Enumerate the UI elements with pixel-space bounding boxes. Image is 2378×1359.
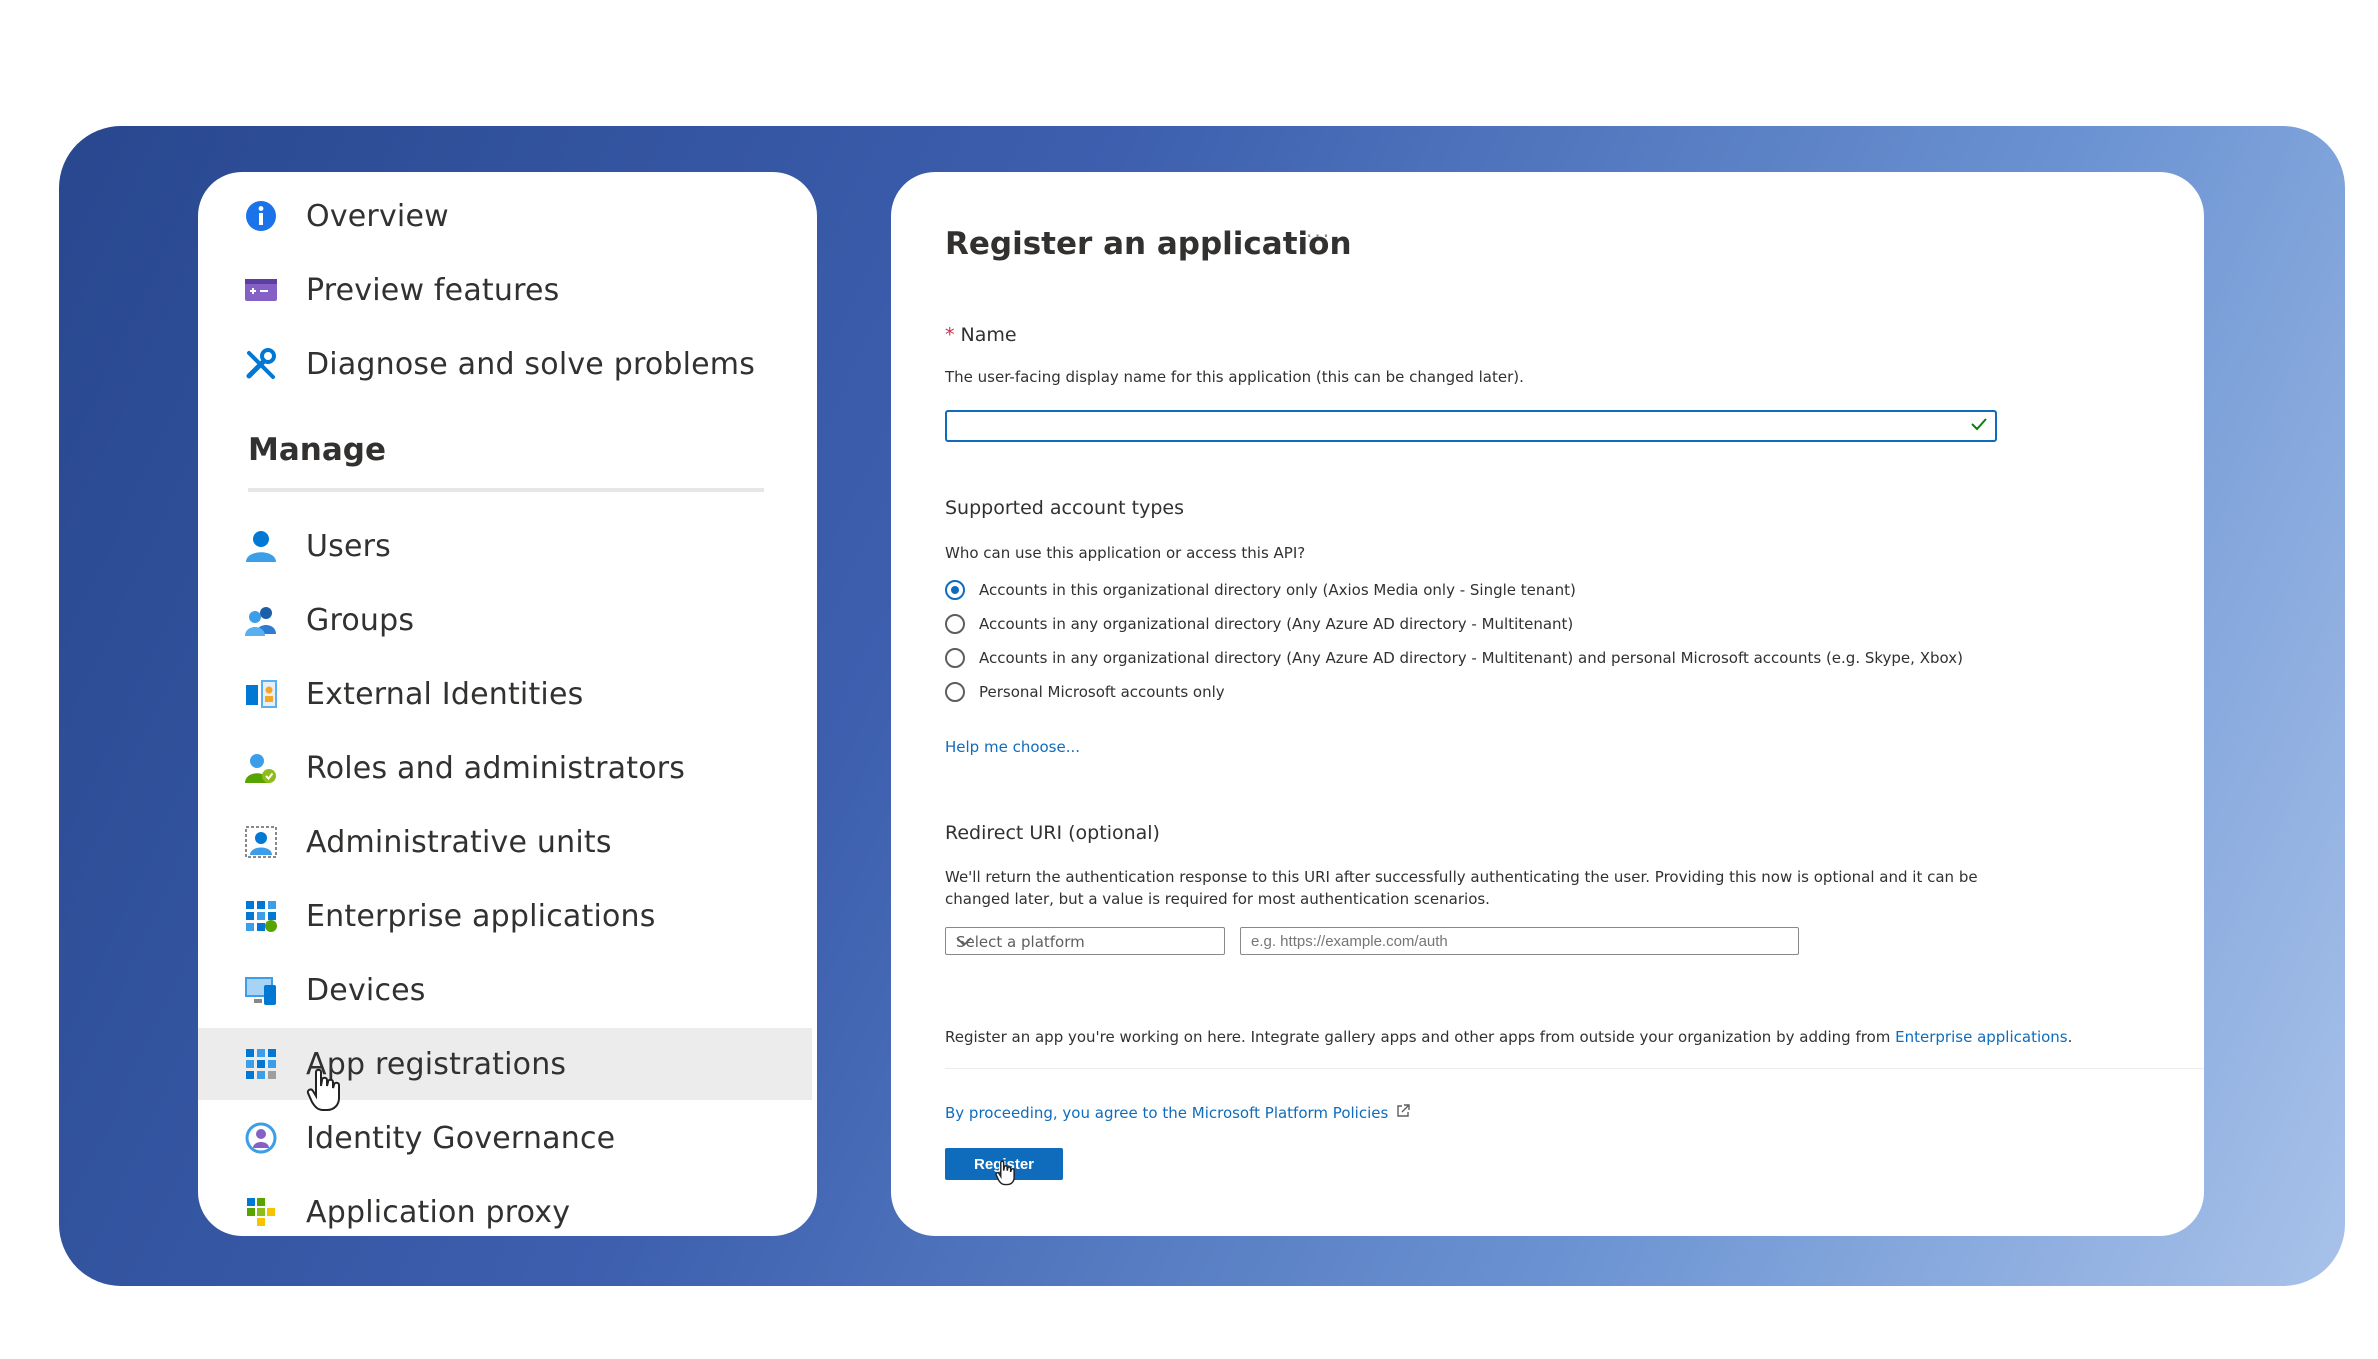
nav-item-label: Overview bbox=[306, 198, 449, 234]
hand-cursor-icon bbox=[306, 1068, 344, 1116]
admin-units-icon bbox=[244, 825, 278, 859]
checkmark-icon bbox=[1971, 416, 1987, 435]
required-marker: * bbox=[945, 324, 955, 346]
preview-icon bbox=[244, 273, 278, 307]
redirect-help-line-2: changed later, but a value is required f… bbox=[945, 890, 1490, 908]
external-link-icon bbox=[1396, 1104, 1410, 1122]
platform-policies-link[interactable]: By proceeding, you agree to the Microsof… bbox=[945, 1104, 1410, 1122]
group-icon bbox=[244, 603, 278, 637]
nav-item-label: Application proxy bbox=[306, 1194, 571, 1230]
enterprise-apps-icon bbox=[244, 899, 278, 933]
section-divider bbox=[945, 1068, 2204, 1069]
radio-button[interactable] bbox=[945, 648, 965, 668]
nav-item-preview-features[interactable]: Preview features bbox=[198, 254, 812, 326]
nav-item-label: Devices bbox=[306, 972, 426, 1008]
nav-item-label: App registrations bbox=[306, 1046, 567, 1082]
nav-item-diagnose[interactable]: Diagnose and solve problems bbox=[198, 328, 812, 400]
platform-select[interactable]: Select a platform bbox=[945, 927, 1225, 955]
enterprise-applications-link[interactable]: Enterprise applications bbox=[1895, 1028, 2068, 1046]
redirect-help-line-1: We'll return the authentication response… bbox=[945, 868, 1978, 886]
nav-item-label: Identity Governance bbox=[306, 1120, 616, 1156]
register-app-panel: Register an application ··· * Name The u… bbox=[891, 172, 2204, 1236]
radio-label: Accounts in any organizational directory… bbox=[979, 649, 1963, 667]
nav-item-label: Groups bbox=[306, 602, 415, 638]
nav-item-overview[interactable]: Overview bbox=[198, 180, 812, 252]
radio-button[interactable] bbox=[945, 580, 965, 600]
redirect-uri-field[interactable] bbox=[1240, 927, 1801, 955]
roles-icon bbox=[244, 751, 278, 785]
account-types-question: Who can use this application or access t… bbox=[945, 544, 1306, 562]
hand-cursor-icon bbox=[995, 1160, 1017, 1190]
radio-button[interactable] bbox=[945, 614, 965, 634]
nav-item-identity-governance[interactable]: Identity Governance bbox=[198, 1102, 812, 1174]
nav-item-label: Roles and administrators bbox=[306, 750, 686, 786]
radio-option-single-tenant[interactable]: Accounts in this organizational director… bbox=[945, 580, 1576, 600]
footer-note-text: Register an app you're working on here. … bbox=[945, 1028, 1891, 1046]
nav-item-label: Administrative units bbox=[306, 824, 612, 860]
nav-item-enterprise-applications[interactable]: Enterprise applications bbox=[198, 880, 812, 952]
nav-item-administrative-units[interactable]: Administrative units bbox=[198, 806, 812, 878]
application-proxy-icon bbox=[244, 1195, 278, 1229]
name-label: * Name bbox=[945, 324, 1017, 346]
user-icon bbox=[244, 529, 278, 563]
name-label-text: Name bbox=[960, 324, 1017, 346]
radio-option-personal-only[interactable]: Personal Microsoft accounts only bbox=[945, 682, 1225, 702]
nav-item-devices[interactable]: Devices bbox=[198, 954, 812, 1026]
nav-item-label: Enterprise applications bbox=[306, 898, 656, 934]
radio-label: Personal Microsoft accounts only bbox=[979, 683, 1225, 701]
nav-item-label: External Identities bbox=[306, 676, 584, 712]
section-divider bbox=[248, 488, 764, 492]
nav-panel: Overview Preview features Diagnose and s… bbox=[198, 172, 817, 1236]
account-types-label: Supported account types bbox=[945, 497, 1184, 519]
wrench-icon bbox=[244, 347, 278, 381]
more-options-button[interactable]: ··· bbox=[1306, 224, 1331, 248]
nav-item-users[interactable]: Users bbox=[198, 510, 812, 582]
nav-item-external-identities[interactable]: External Identities bbox=[198, 658, 812, 730]
identity-governance-icon bbox=[244, 1121, 278, 1155]
radio-button[interactable] bbox=[945, 682, 965, 702]
external-identities-icon bbox=[244, 677, 278, 711]
nav-item-roles-and-administrators[interactable]: Roles and administrators bbox=[198, 732, 812, 804]
help-me-choose-link[interactable]: Help me choose... bbox=[945, 738, 1080, 756]
redirect-uri-input[interactable] bbox=[1241, 928, 1801, 954]
footer-note: Register an app you're working on here. … bbox=[945, 1028, 2072, 1046]
nav-item-label: Users bbox=[306, 528, 392, 564]
nav-item-application-proxy[interactable]: Application proxy bbox=[198, 1176, 812, 1236]
nav-item-label: Diagnose and solve problems bbox=[306, 346, 756, 382]
footer-note-end: . bbox=[2067, 1028, 2073, 1046]
nav-item-label: Preview features bbox=[306, 272, 560, 308]
page-title: Register an application bbox=[945, 226, 1352, 262]
devices-icon bbox=[244, 973, 278, 1007]
redirect-uri-label: Redirect URI (optional) bbox=[945, 822, 1160, 844]
nav-item-app-registrations[interactable]: App registrations bbox=[198, 1028, 812, 1100]
section-title-manage: Manage bbox=[248, 432, 386, 468]
name-help-text: The user-facing display name for this ap… bbox=[945, 368, 1524, 386]
platform-policies-text: By proceeding, you agree to the Microsof… bbox=[945, 1104, 1389, 1122]
app-registrations-icon bbox=[244, 1047, 278, 1081]
radio-option-multitenant-personal[interactable]: Accounts in any organizational directory… bbox=[945, 648, 1963, 668]
name-input[interactable] bbox=[947, 412, 1963, 438]
radio-label: Accounts in this organizational director… bbox=[979, 581, 1576, 599]
radio-label: Accounts in any organizational directory… bbox=[979, 615, 1574, 633]
chevron-down-icon bbox=[956, 933, 1216, 951]
nav-item-groups[interactable]: Groups bbox=[198, 584, 812, 656]
info-icon bbox=[244, 199, 278, 233]
name-field[interactable] bbox=[945, 410, 1997, 442]
radio-option-multitenant[interactable]: Accounts in any organizational directory… bbox=[945, 614, 1573, 634]
